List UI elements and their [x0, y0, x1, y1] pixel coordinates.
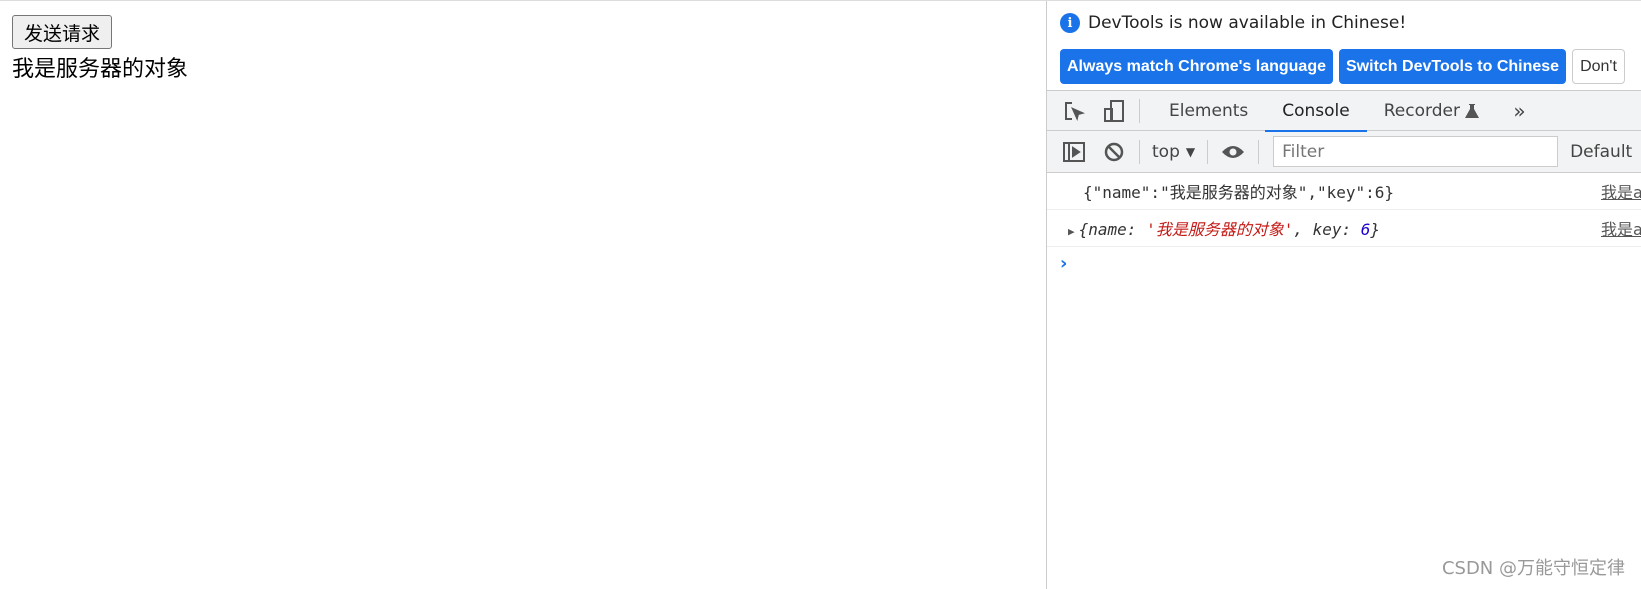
divider: [1139, 139, 1140, 164]
object-string-value: '我是服务器的对象': [1146, 220, 1294, 239]
tab-recorder-label: Recorder: [1383, 100, 1460, 121]
tab-console[interactable]: Console: [1265, 91, 1367, 132]
devtools-tabbar: Elements Console Recorder »: [1047, 91, 1641, 132]
tab-elements[interactable]: Elements: [1152, 91, 1265, 131]
eye-icon[interactable]: [1220, 139, 1246, 165]
source-link[interactable]: 我是ajax: [1601, 216, 1641, 240]
object-prefix: {name:: [1078, 220, 1147, 239]
devtools-panel: i DevTools is now available in Chinese! A…: [1046, 1, 1641, 589]
more-tabs-button[interactable]: »: [1496, 91, 1542, 131]
dont-show-again-button[interactable]: Don't: [1572, 49, 1625, 84]
result-text: 我是服务器的对象: [12, 57, 189, 82]
switch-to-chinese-button[interactable]: Switch DevTools to Chinese: [1339, 49, 1567, 84]
context-selector[interactable]: top ▼: [1152, 142, 1195, 162]
context-value: top: [1152, 141, 1180, 162]
log-text: {"name":"我是服务器的对象","key":6}: [1083, 183, 1395, 202]
web-page: 发送请求 我是服务器的对象: [0, 1, 1046, 589]
console-message[interactable]: ▶{name: '我是服务器的对象', key: 6} 我是ajax: [1047, 210, 1641, 247]
dropdown-arrow-icon: ▼: [1185, 144, 1196, 159]
divider: [1139, 98, 1140, 123]
send-request-button[interactable]: 发送请求: [12, 15, 113, 49]
filter-input[interactable]: [1273, 136, 1559, 167]
expand-triangle-icon[interactable]: ▶: [1068, 225, 1075, 238]
flask-icon: [1465, 103, 1480, 118]
console-message: {"name":"我是服务器的对象","key":6} 我是ajax: [1047, 173, 1641, 210]
object-suffix: }: [1370, 220, 1381, 239]
device-toolbar-icon[interactable]: [1101, 98, 1127, 124]
divider: [1207, 139, 1209, 164]
object-mid: , key:: [1293, 220, 1361, 239]
sidebar-toggle-icon[interactable]: [1061, 139, 1087, 165]
watermark: CSDN @万能守恒定律: [1441, 558, 1625, 579]
source-link[interactable]: 我是ajax: [1601, 179, 1641, 203]
object-number-value: 6: [1360, 220, 1371, 239]
console-toolbar: top ▼ Default: [1047, 131, 1641, 173]
clear-console-icon[interactable]: [1101, 139, 1127, 165]
log-levels-dropdown[interactable]: Default: [1570, 142, 1632, 162]
info-icon: i: [1060, 13, 1080, 33]
tab-recorder[interactable]: Recorder: [1367, 91, 1497, 131]
object-preview[interactable]: ▶ {name: '我是服务器的对象', key: 6}: [1068, 216, 1381, 240]
info-message: DevTools is now available in Chinese!: [1088, 13, 1407, 33]
language-infobar: i DevTools is now available in Chinese! A…: [1047, 1, 1641, 91]
console-prompt[interactable]: ›: [1060, 253, 1641, 274]
always-match-language-button[interactable]: Always match Chrome's language: [1060, 49, 1333, 84]
inspect-element-icon[interactable]: [1061, 98, 1087, 124]
divider: [1258, 139, 1260, 164]
